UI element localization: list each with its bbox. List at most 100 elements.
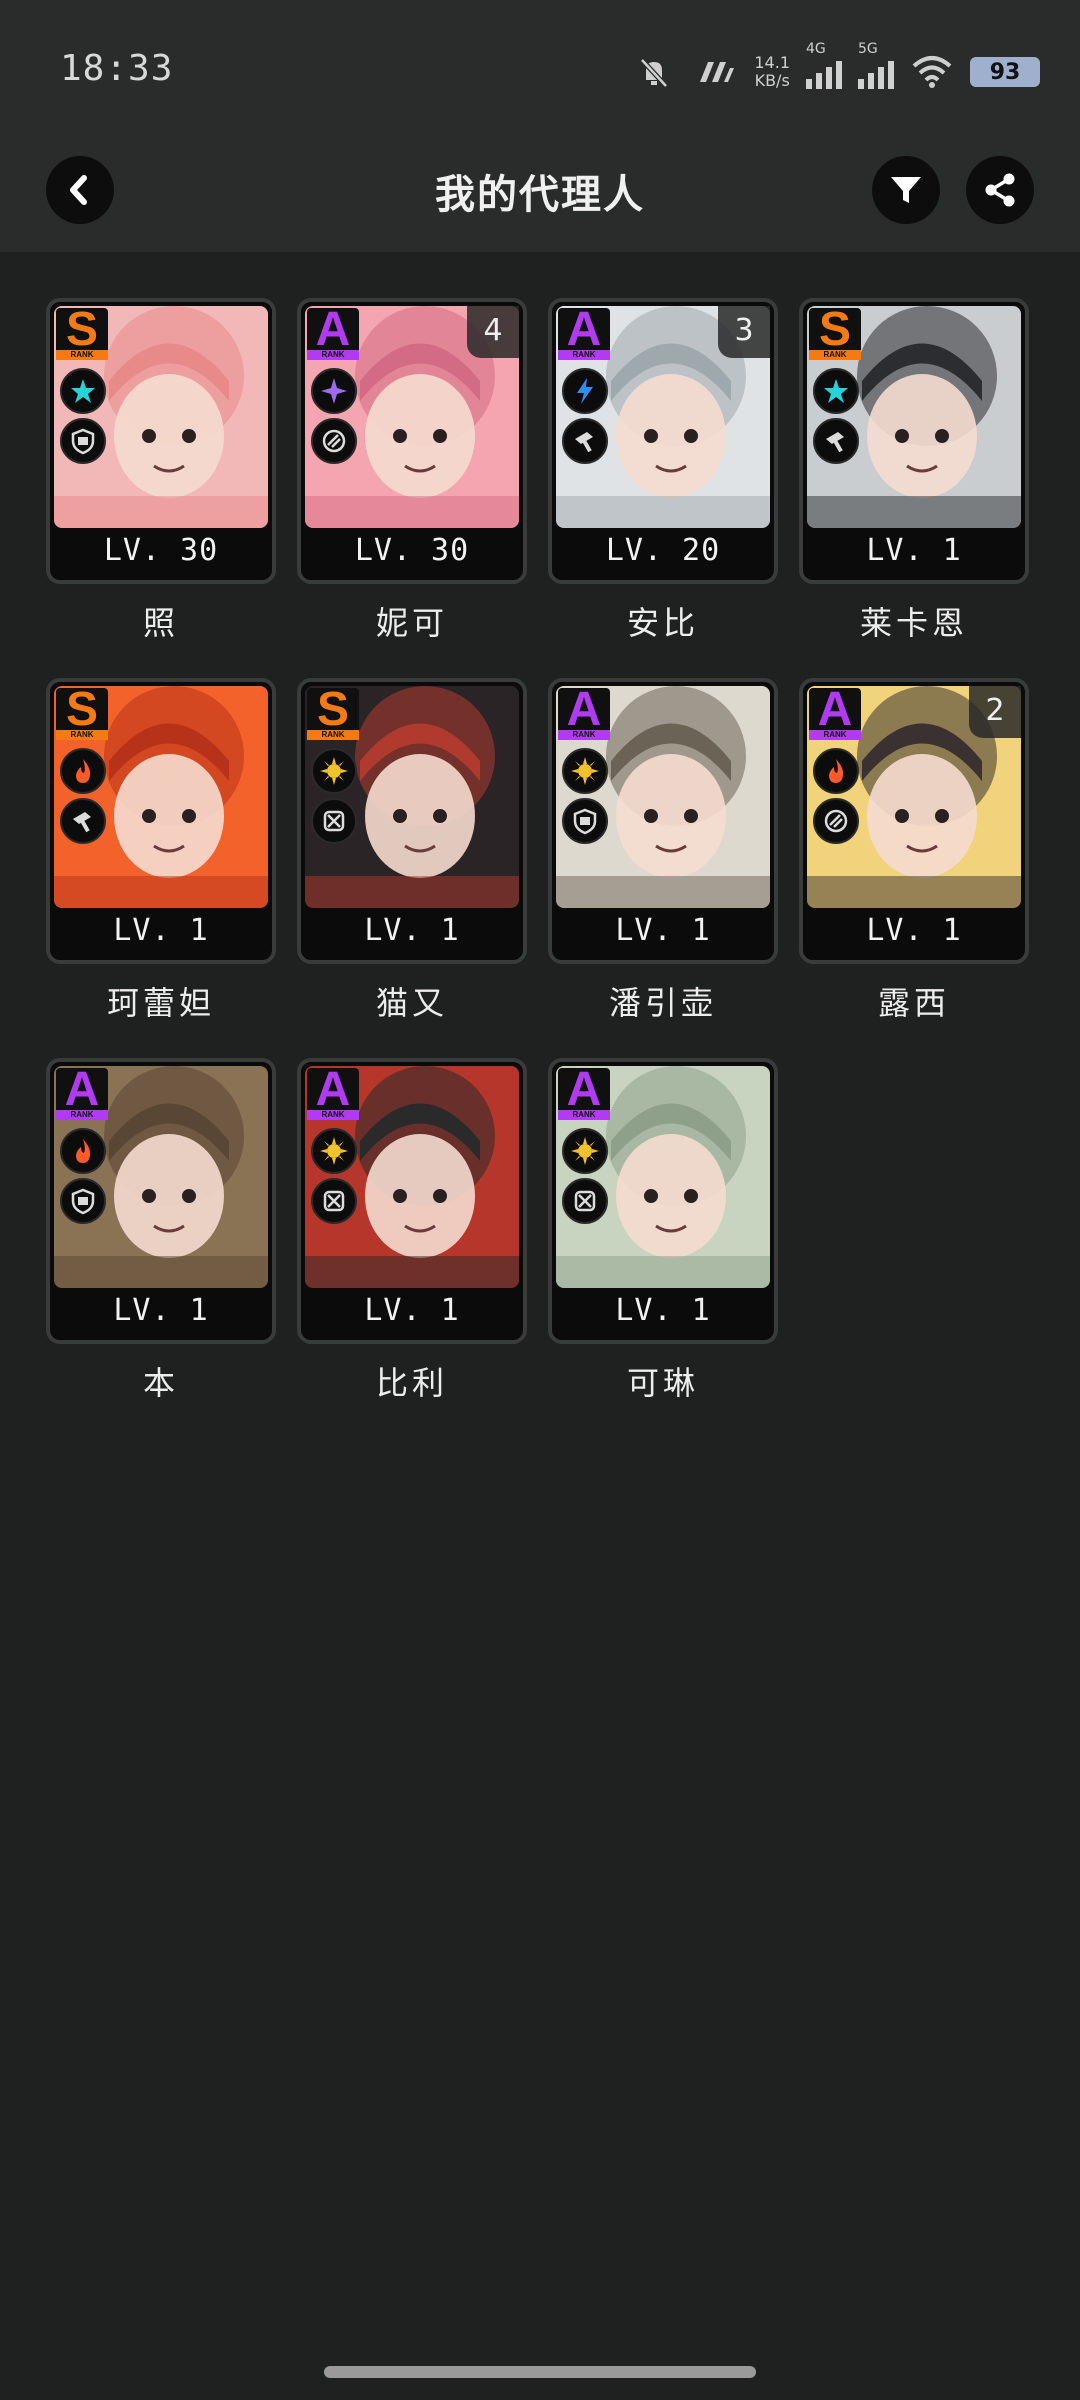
stun-role-icon [813, 418, 859, 464]
rank-badge: S RANK [56, 686, 108, 740]
fire-element-icon [60, 748, 106, 794]
rank-badge: S RANK [307, 686, 359, 740]
rank-sub-label: RANK [558, 1110, 610, 1120]
rank-sub-label: RANK [307, 1110, 359, 1120]
rank-sub-label: RANK [56, 730, 108, 740]
support-role-icon [311, 418, 357, 464]
agent-level: LV. 1 [113, 1293, 209, 1328]
stun-role-icon [562, 418, 608, 464]
agent-name: 露西 [877, 984, 950, 1022]
agent-level: LV. 30 [103, 533, 219, 568]
support-role-icon [813, 798, 859, 844]
vibrate-icon [694, 54, 738, 90]
ether-element-icon [60, 368, 106, 414]
filter-icon [891, 177, 921, 203]
status-icons: 14.1 KB/s 4G 5G 93 [634, 41, 1040, 96]
attack-role-icon [562, 1178, 608, 1224]
agent-grid: S RANK LV. 30 照 A RANK 4 LV. 30 妮可 A RAN… [46, 298, 1046, 1438]
rank-letter: A [566, 303, 602, 356]
fire-element-icon [60, 1128, 106, 1174]
rank-letter: S [818, 303, 851, 356]
defense-role-icon [60, 418, 106, 464]
agent-level: LV. 1 [866, 533, 962, 568]
agent-name: 妮可 [375, 604, 448, 642]
agent-card[interactable]: S RANK LV. 30 [46, 298, 276, 584]
agent-level: LV. 1 [866, 913, 962, 948]
agent-level: LV. 1 [364, 1293, 460, 1328]
duplicate-count-badge: 4 [467, 306, 519, 358]
defense-role-icon [562, 798, 608, 844]
rank-badge: S RANK [56, 306, 108, 360]
rank-badge: A RANK [307, 1066, 359, 1120]
ether-sparkle-element-icon [311, 368, 357, 414]
physical-element-icon [311, 1128, 357, 1174]
rank-sub-label: RANK [809, 730, 861, 740]
agent-name: 潘引壶 [608, 984, 717, 1022]
agent-tile[interactable]: A RANK LV. 1 可琳 [548, 1058, 778, 1438]
signal-4g-icon: 4G [806, 41, 842, 89]
rank-sub-label: RANK [307, 350, 359, 360]
agent-card[interactable]: A RANK LV. 1 [548, 678, 778, 964]
agent-card[interactable]: A RANK 2 LV. 1 [799, 678, 1029, 964]
physical-element-icon [562, 748, 608, 794]
share-icon [985, 173, 1015, 207]
attack-role-icon [311, 1178, 357, 1224]
agent-name: 照 [142, 604, 179, 642]
agent-tile[interactable]: A RANK 4 LV. 30 妮可 [297, 298, 527, 678]
share-button[interactable] [966, 156, 1034, 224]
agent-level: LV. 20 [605, 533, 721, 568]
agent-tile[interactable]: A RANK 3 LV. 20 安比 [548, 298, 778, 678]
agent-tile[interactable]: A RANK LV. 1 本 [46, 1058, 276, 1438]
battery-level: 93 [989, 59, 1021, 85]
agent-tile[interactable]: S RANK LV. 1 莱卡恩 [799, 298, 1029, 678]
agent-tile[interactable]: A RANK LV. 1 比利 [297, 1058, 527, 1438]
signal-5g-icon: 5G [858, 41, 894, 89]
defense-role-icon [60, 1178, 106, 1224]
agent-level: LV. 1 [615, 913, 711, 948]
attack-role-icon [311, 798, 357, 844]
status-time: 18:33 [60, 48, 174, 89]
agent-card[interactable]: A RANK LV. 1 [548, 1058, 778, 1344]
agent-card[interactable]: A RANK LV. 1 [297, 1058, 527, 1344]
agent-card[interactable]: A RANK 4 LV. 30 [297, 298, 527, 584]
rank-letter: S [65, 683, 98, 736]
agent-tile[interactable]: S RANK LV. 30 照 [46, 298, 276, 678]
rank-letter: A [64, 1063, 100, 1116]
agent-card[interactable]: A RANK LV. 1 [46, 1058, 276, 1344]
rank-sub-label: RANK [558, 730, 610, 740]
home-indicator[interactable] [324, 2366, 756, 2378]
agent-level: LV. 1 [615, 1293, 711, 1328]
agent-card[interactable]: A RANK 3 LV. 20 [548, 298, 778, 584]
rank-letter: A [566, 683, 602, 736]
wifi-icon [910, 54, 954, 90]
agent-tile[interactable]: A RANK 2 LV. 1 露西 [799, 678, 1029, 1058]
battery-icon: 93 [970, 57, 1040, 87]
filter-button[interactable] [872, 156, 940, 224]
rank-letter: S [316, 683, 349, 736]
rank-badge: A RANK [56, 1066, 108, 1120]
agent-card[interactable]: S RANK LV. 1 [297, 678, 527, 964]
agent-name: 莱卡恩 [859, 604, 968, 642]
rank-letter: A [566, 1063, 602, 1116]
agent-name: 比利 [375, 1364, 448, 1402]
physical-element-icon [562, 1128, 608, 1174]
duplicate-count-badge: 2 [969, 686, 1021, 738]
rank-sub-label: RANK [56, 350, 108, 360]
app-header: 我的代理人 [0, 140, 1080, 252]
agent-tile[interactable]: S RANK LV. 1 珂蕾妲 [46, 678, 276, 1058]
agent-name: 可琳 [626, 1364, 699, 1402]
agent-tile[interactable]: A RANK LV. 1 潘引壶 [548, 678, 778, 1058]
rank-sub-label: RANK [558, 350, 610, 360]
agent-card[interactable]: S RANK LV. 1 [46, 678, 276, 964]
rank-letter: A [315, 1063, 351, 1116]
electric-element-icon [562, 368, 608, 414]
agent-card[interactable]: S RANK LV. 1 [799, 298, 1029, 584]
agent-name: 本 [142, 1364, 179, 1402]
agent-name: 珂蕾妲 [106, 984, 215, 1022]
rank-badge: S RANK [809, 306, 861, 360]
agent-tile[interactable]: S RANK LV. 1 猫又 [297, 678, 527, 1058]
rank-letter: A [817, 683, 853, 736]
stun-role-icon [60, 798, 106, 844]
net-speed: 14.1 KB/s [754, 53, 790, 90]
rank-badge: A RANK [558, 686, 610, 740]
